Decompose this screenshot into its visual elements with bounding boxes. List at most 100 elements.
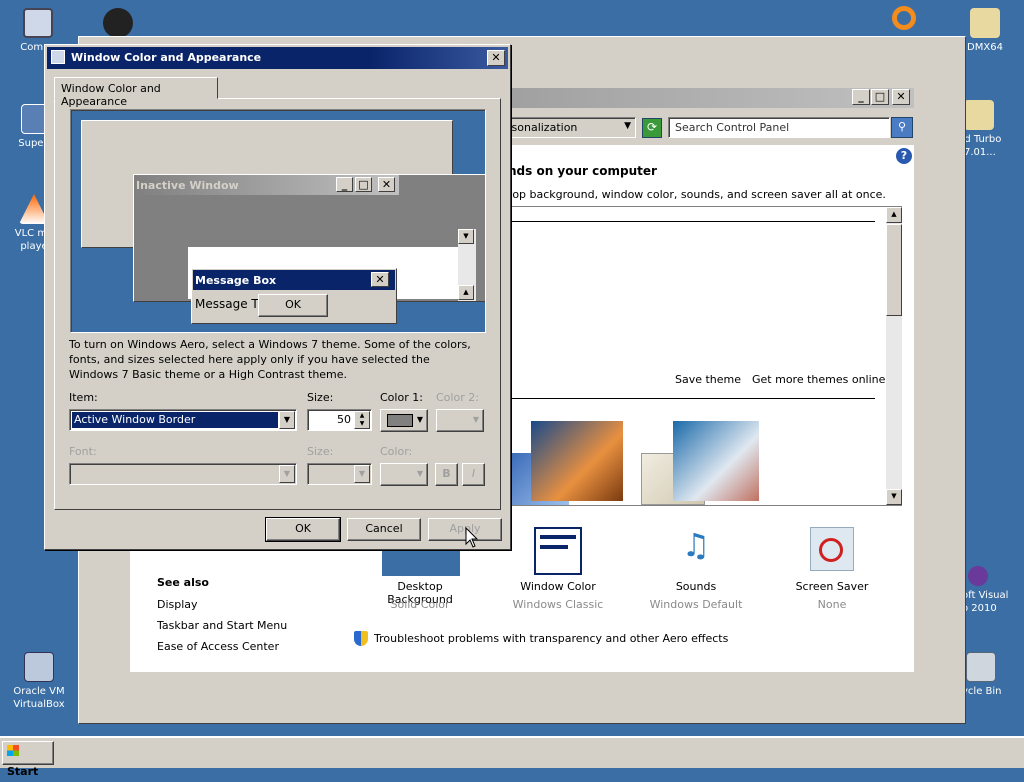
item-label: Item: — [69, 391, 98, 404]
tab-window-color[interactable]: Window Color and Appearance — [54, 77, 218, 108]
help-icon[interactable]: ? — [896, 148, 912, 164]
color1-swatch — [387, 414, 413, 427]
recycle-bin-icon — [966, 652, 996, 682]
dialog-app-icon — [51, 50, 65, 64]
theme-thumbnail-1[interactable] — [531, 421, 623, 501]
chevron-down-icon: ▼ — [279, 411, 295, 429]
spinner-arrows-icon[interactable]: ▲ ▼ — [354, 411, 370, 429]
sounds-link[interactable]: Sounds — [642, 580, 750, 593]
appearance-dialog: Window Color and Appearance ✕ Window Col… — [44, 44, 511, 550]
divider — [505, 221, 875, 222]
ok-button[interactable]: OK — [265, 517, 341, 542]
search-box[interactable]: Search Control Panel — [668, 117, 890, 138]
color2-label: Color 2: — [436, 391, 479, 404]
window-color-link[interactable]: Window Color — [504, 580, 612, 593]
font-size-label: Size: — [307, 445, 334, 458]
preview-ok-button: OK — [258, 294, 328, 317]
chevron-down-icon: ▼ — [416, 469, 423, 478]
chevron-down-icon: ▼ — [354, 465, 370, 483]
close-button[interactable]: ✕ — [892, 89, 910, 105]
page-heading: nds on your computer — [508, 164, 657, 178]
shield-icon — [354, 631, 368, 646]
start-button[interactable]: Start — [2, 741, 54, 778]
item-select-value: Active Window Border — [72, 412, 278, 428]
chevron-down-icon: ▼ — [279, 465, 295, 483]
screen-saver-link[interactable]: Screen Saver — [778, 580, 886, 593]
search-placeholder: Search Control Panel — [675, 121, 790, 134]
personalization-titlebar: _ □ ✕ — [504, 88, 914, 108]
troubleshoot-link[interactable]: Troubleshoot problems with transparency … — [374, 632, 728, 645]
message-box-titlebar: Message Box ✕ — [193, 270, 395, 290]
scroll-up-button[interactable]: ▲ — [886, 207, 902, 223]
see-also-display-link[interactable]: Display — [157, 598, 198, 611]
scroll-down-button[interactable]: ▼ — [886, 489, 902, 505]
desktop-icon-orange[interactable] — [878, 6, 930, 33]
bold-button: B — [435, 463, 458, 486]
preview-maximize-icon: □ — [355, 177, 372, 192]
font-color-button: ▼ — [380, 463, 428, 486]
windows-logo-icon — [7, 745, 19, 756]
screen-saver-icon — [810, 527, 854, 571]
size-value: 50 — [337, 413, 351, 426]
desktop-icon-recycle-bin[interactable]: ycle Bin — [962, 652, 1022, 698]
refresh-icon: ⟳ — [646, 120, 658, 134]
cancel-button[interactable]: Cancel — [347, 518, 421, 541]
item-select[interactable]: Active Window Border ▼ — [69, 409, 297, 431]
desktop-icon-turbo[interactable]: nd Turbo l 7.01... — [958, 100, 1020, 159]
preview-inactive-titlebar: Inactive Window _ □ ✕ — [134, 175, 399, 195]
color1-button[interactable]: ▼ — [380, 409, 428, 432]
font-size-select: ▼ — [307, 463, 372, 485]
desktop-icon-virtualbox[interactable]: Oracle VM VirtualBox — [8, 652, 70, 711]
window-color-value: Windows Classic — [512, 598, 604, 611]
see-also-title: See also — [157, 576, 209, 589]
size-label: Size: — [307, 391, 334, 404]
folder-icon — [964, 100, 994, 130]
message-box-close-icon: ✕ — [371, 272, 389, 287]
see-also-taskbar-link[interactable]: Taskbar and Start Menu — [157, 619, 287, 632]
message-box-title: Message Box — [195, 274, 277, 287]
theme-list[interactable]: Save theme Get more themes online ▲ ▼ — [504, 206, 902, 506]
screen-saver-value: None — [817, 598, 847, 611]
minimize-button[interactable]: _ — [852, 89, 870, 105]
color2-button: ▼ — [436, 409, 484, 432]
search-icon: ⚲ — [897, 120, 907, 133]
dialog-title: Window Color and Appearance — [71, 51, 262, 64]
obs-icon — [103, 8, 133, 38]
page-subtext: top background, window color, sounds, an… — [508, 188, 886, 201]
preview-message-box: Message Box ✕ Message T OK — [191, 268, 397, 324]
get-more-themes-link[interactable]: Get more themes online — [752, 373, 885, 386]
refresh-button[interactable]: ⟳ — [642, 118, 662, 138]
see-also-ease-link[interactable]: Ease of Access Center — [157, 640, 279, 653]
font-label: Font: — [69, 445, 97, 458]
desktop-icon-label: Oracle VM VirtualBox — [13, 686, 65, 710]
scroll-thumb[interactable] — [886, 224, 902, 316]
chevron-down-icon: ▼ — [472, 415, 479, 424]
size-spinner[interactable]: 50 ▲ ▼ — [307, 409, 372, 431]
close-button[interactable]: ✕ — [487, 50, 505, 66]
preview-minimize-icon: _ — [336, 177, 353, 192]
sounds-icon: ♫ — [681, 526, 711, 564]
inactive-title: Inactive Window — [136, 179, 239, 192]
mouse-cursor-icon — [465, 527, 479, 548]
save-theme-link[interactable]: Save theme — [675, 373, 741, 386]
taskbar: Start — [0, 736, 1024, 778]
divider — [505, 398, 875, 399]
address-bar[interactable]: rsonalization ▼ — [504, 117, 636, 138]
preview-area[interactable]: Inactive Window _ □ ✕ ▼ ▲ Message Box ✕ … — [70, 109, 486, 333]
start-label: Start — [7, 765, 39, 778]
maximize-button[interactable]: □ — [871, 89, 889, 105]
search-button[interactable]: ⚲ — [891, 117, 913, 138]
window-color-icon — [534, 527, 582, 575]
font-color-label: Color: — [380, 445, 413, 458]
desktop-background-icon — [382, 548, 460, 576]
italic-button: I — [462, 463, 485, 486]
folder-icon — [970, 8, 1000, 38]
desktop-icon-visualstudio[interactable]: oft Visual o 2010 — [962, 566, 1022, 615]
preview-scrollbar: ▼ ▲ — [458, 229, 476, 301]
preview-close-icon: ✕ — [378, 177, 395, 192]
breadcrumb: rsonalization — [507, 121, 578, 134]
computer-icon — [23, 8, 53, 38]
theme-thumbnail-3[interactable] — [673, 421, 759, 501]
font-select: ▼ — [69, 463, 297, 485]
vertical-scrollbar[interactable]: ▲ ▼ — [886, 207, 902, 505]
